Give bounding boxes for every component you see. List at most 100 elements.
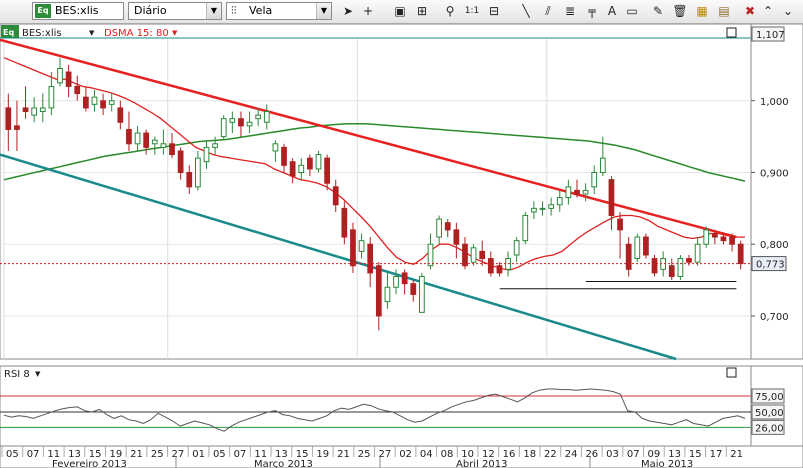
trash-icon[interactable]: 🗑 [672,3,688,19]
period-select[interactable]: Diário ▼ [128,2,222,20]
candle-body [470,247,477,263]
candle-body [677,258,684,278]
candle-body [14,125,20,130]
grid-lines-icon[interactable]: ⊟ [486,3,502,19]
candle-body [134,132,141,145]
candle-body [367,243,374,274]
month-label: Março 2013 [254,459,313,468]
candle-body [65,71,72,87]
candle-body [711,232,718,238]
x-tick-label: 07 [234,449,247,460]
candle-body [643,236,649,256]
info-icon[interactable]: ▣ [392,3,408,19]
candle-body [238,118,244,127]
candle-body [453,229,460,245]
cursor-arrow-icon[interactable]: ➤ [340,3,356,19]
close-icon[interactable]: ✖ [742,3,758,19]
rsi-label[interactable]: RSI 8 [4,369,30,380]
candle-body [634,236,641,260]
channel-icon[interactable]: ⫽ [540,3,556,19]
candle-body [737,243,744,265]
candle-body [169,143,175,156]
x-tick-label: 03 [606,449,619,460]
text-icon[interactable]: A [604,3,620,19]
candle-style-icon: ⫶⫶ [231,4,237,17]
date-axis: 05 07 11 13 15 19 21 25 27 01 05 07 11 13 15 19 21 25 27 02… [0,445,803,468]
candle-body [358,240,365,252]
candle-body [74,85,81,95]
rsi-panel[interactable] [0,365,803,447]
x-tick-label: 25 [151,449,164,460]
chevron-down-icon[interactable]: ▼ [89,29,95,37]
candle-body [82,96,89,109]
zoom-1-1[interactable]: 1:1 [464,3,480,19]
maximize-icon[interactable] [726,367,737,378]
candle-body [427,243,434,267]
symbol-selector[interactable]: Eq BES:xlis [32,2,124,20]
x-tick-label: 07 [627,449,640,460]
pencil-icon[interactable]: ✎ [650,3,666,19]
grid-icon[interactable]: ⊞ [414,3,430,19]
x-tick-label: 27 [172,449,185,460]
scroll-up-icon[interactable]: ⌃ [760,3,776,19]
candle-body [401,272,408,285]
candle-body [194,157,201,188]
maximize-icon[interactable] [726,27,737,38]
chevron-down-icon[interactable]: ▼ [316,3,331,19]
equity-icon: Eq [35,4,51,18]
candle-body [694,243,701,263]
candle-body [263,111,270,123]
candle-body [522,215,529,242]
candle-body [31,107,38,116]
chevron-down-icon[interactable]: ▼ [172,29,178,37]
candle-body [548,204,555,209]
crosshair-icon[interactable]: + [360,3,376,19]
shape-icon[interactable]: ▭ [624,3,640,19]
candle-body [625,243,632,270]
candle-body [212,143,218,148]
candle-body [599,157,606,173]
palette-icon[interactable]: ▤ [716,3,732,19]
x-tick-label: 24 [565,449,578,460]
candle-body [539,207,546,210]
candle-body [307,157,313,170]
fib-icon[interactable]: ≣ [562,3,578,19]
x-tick-label: 02 [399,449,412,460]
candle-body [100,100,106,109]
candle-body [384,286,391,303]
rsi-level-label: 75,00 [755,392,784,403]
collapse-icon[interactable]: ⌄ [780,3,796,19]
chevron-down-icon[interactable]: ▼ [206,3,221,19]
candle-body [117,107,124,123]
symbol-text: BES:xlis [55,4,99,17]
month-label: Maio 2013 [641,459,693,468]
candle-body [574,189,580,195]
candle-body [229,118,236,123]
chart-style-select[interactable]: ⫶⫶ Vela ▼ [226,2,332,20]
chart-area[interactable]: 1,000 0,900 0,800 0,700 1,107 0,773 Eq BES:… [0,24,803,468]
y-tick-label: 0,800 [760,240,789,251]
candle-body [281,146,287,166]
candle-body [556,197,563,206]
top-price-text: 1,107 [756,30,785,41]
candle-body [703,229,710,245]
candle-body [324,157,330,184]
candle-body [341,207,348,238]
panel-symbol-label[interactable]: BES:xlis [22,28,62,39]
rsi-level-label: 50,00 [755,408,784,419]
candle-body [686,258,692,263]
panel-indicator-label[interactable]: DSMA 15: 80 [104,28,169,39]
x-tick-label: 07 [27,449,40,460]
color-icon[interactable]: ▦ [694,3,710,19]
candle-body [479,250,486,260]
zoom-icon[interactable]: ⚲ [442,3,458,19]
ruler-icon[interactable]: ╤ [584,3,600,19]
candle-body [220,118,227,138]
candle-body [651,258,658,274]
x-tick-label: 21 [337,449,350,460]
candle-body [375,265,382,317]
chevron-down-icon[interactable]: ▼ [35,370,41,378]
toolbar: Eq BES:xlis Diário ▼ ⫶⫶ Vela ▼ ➤ + ▣ ⊞ ⚲… [0,0,803,24]
y-tick-label: 1,000 [760,97,789,108]
trendline-icon[interactable]: ╲ [518,3,534,19]
